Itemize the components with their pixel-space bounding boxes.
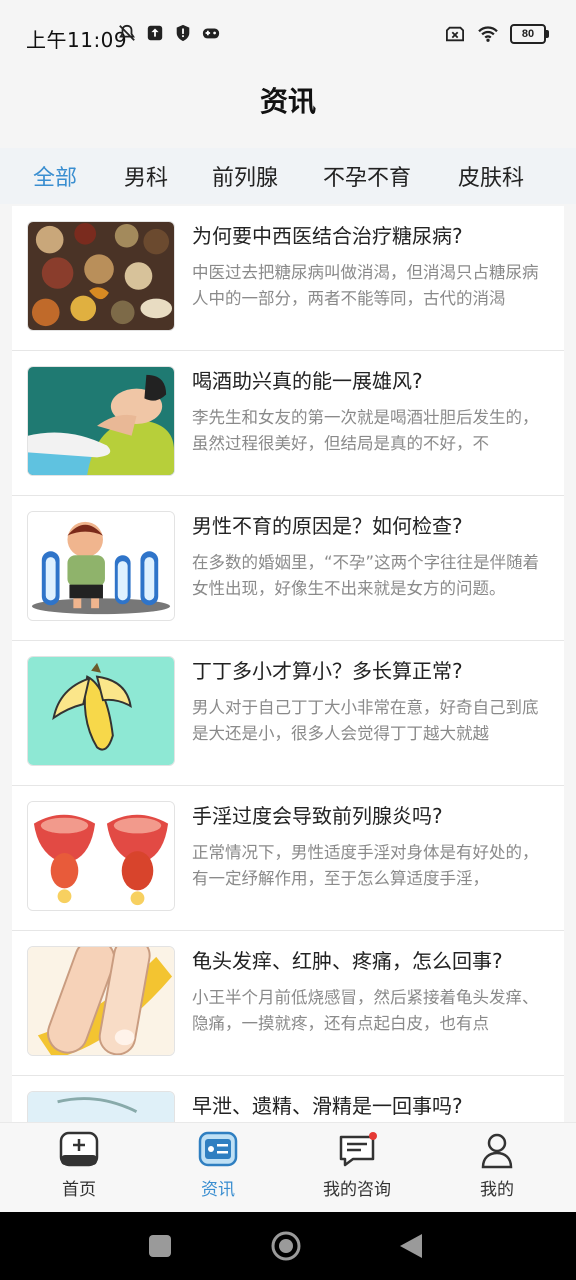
system-nav-bar: [0, 1212, 576, 1280]
article-item[interactable]: 早泄、遗精、滑精是一回事吗?: [12, 1076, 564, 1122]
nav-profile-label: 我的: [480, 1180, 514, 1200]
nav-consult-label: 我的咨询: [323, 1180, 391, 1200]
category-tabs: 全部 男科 前列腺 不孕不育 皮肤科: [0, 148, 576, 204]
tab-all[interactable]: 全部: [33, 160, 77, 192]
article-title: 龟头发痒、红肿、疼痛，怎么回事?: [192, 949, 503, 973]
article-item[interactable]: 喝酒助兴真的能一展雄风? 李先生和女友的第一次就是喝酒壮胆后发生的，虽然过程很美…: [12, 351, 564, 496]
gamepad-icon: [202, 28, 220, 39]
user-icon: [481, 1133, 513, 1169]
back-button[interactable]: [398, 1232, 424, 1260]
article-title: 早泄、遗精、滑精是一回事吗?: [192, 1094, 463, 1118]
status-bar: 上午11:09 80: [0, 0, 576, 72]
tab-prostate[interactable]: 前列腺: [212, 160, 278, 192]
tab-infertility[interactable]: 不孕不育: [323, 160, 411, 192]
upload-icon: [147, 25, 163, 41]
article-item[interactable]: 手淫过度会导致前列腺炎吗? 正常情况下，男性适度手淫对身体是有好处的，有一定纾解…: [12, 786, 564, 931]
battery-icon: 80: [510, 24, 549, 44]
article-title: 为何要中西医结合治疗糖尿病?: [192, 224, 463, 248]
bottom-nav: 首页 资讯 我的咨询 我的: [0, 1122, 576, 1213]
nav-profile[interactable]: 我的: [442, 1131, 552, 1200]
article-thumbnail: [27, 366, 175, 476]
article-list: 为何要中西医结合治疗糖尿病? 中医过去把糖尿病叫做消渴，但消渴只占糖尿病人中的一…: [12, 206, 564, 1122]
tab-andrology[interactable]: 男科: [124, 160, 168, 192]
article-summary: 正常情况下，男性适度手淫对身体是有好处的，有一定纾解作用，至于怎么算适度手淫，: [192, 843, 539, 888]
article-thumbnail: [27, 511, 175, 621]
article-summary: 李先生和女友的第一次就是喝酒壮胆后发生的，虽然过程很美好，但结局是真的不好，不: [192, 408, 539, 453]
article-summary: 小王半个月前低烧感冒，然后紧接着龟头发痒、隐痛，一摸就疼，还有点起白皮，也有点: [192, 988, 539, 1033]
article-title: 男性不育的原因是？如何检查?: [192, 514, 463, 538]
news-icon: [198, 1131, 238, 1167]
status-time: 上午11:09: [26, 28, 128, 52]
tab-dermatology[interactable]: 皮肤科: [458, 160, 524, 192]
mute-bell-icon: [119, 24, 135, 41]
nav-news[interactable]: 资讯: [163, 1131, 273, 1200]
nav-news-label: 资讯: [201, 1180, 235, 1200]
article-thumbnail: [27, 801, 175, 911]
article-item[interactable]: 丁丁多小才算小？多长算正常? 男人对于自己丁丁大小非常在意，好奇自己到底是大还是…: [12, 641, 564, 786]
sim-off-icon: [446, 26, 464, 42]
article-thumbnail: [27, 946, 175, 1056]
article-title: 喝酒助兴真的能一展雄风?: [192, 369, 423, 393]
article-item[interactable]: 为何要中西医结合治疗糖尿病? 中医过去把糖尿病叫做消渴，但消渴只占糖尿病人中的一…: [12, 206, 564, 351]
article-summary: 在多数的婚姻里，“不孕”这两个字往往是伴随着女性出现，好像生不出来就是女方的问题…: [192, 553, 540, 598]
consult-chat-icon: [339, 1132, 377, 1167]
notification-badge: [369, 1132, 377, 1140]
article-title: 丁丁多小才算小？多长算正常?: [192, 659, 463, 683]
article-item[interactable]: 龟头发痒、红肿、疼痛，怎么回事? 小王半个月前低烧感冒，然后紧接着龟头发痒、隐痛…: [12, 931, 564, 1076]
home-plus-icon: [59, 1131, 99, 1167]
nav-home-label: 首页: [62, 1180, 96, 1200]
article-thumbnail: [27, 656, 175, 766]
page-title: 资讯: [259, 85, 316, 118]
article-summary: 中医过去把糖尿病叫做消渴，但消渴只占糖尿病人中的一部分，两者不能等同，古代的消渴: [192, 263, 539, 308]
article-thumbnail: [27, 221, 175, 331]
nav-home[interactable]: 首页: [24, 1131, 134, 1200]
article-title: 手淫过度会导致前列腺炎吗?: [192, 804, 443, 828]
article-thumbnail: [27, 1091, 175, 1122]
recents-button[interactable]: [148, 1234, 172, 1258]
shield-alert-icon: [176, 24, 190, 42]
wifi-icon: [478, 26, 498, 42]
article-summary: 男人对于自己丁丁大小非常在意，好奇自己到底是大还是小，很多人会觉得丁丁越大就越: [192, 698, 539, 743]
home-button[interactable]: [270, 1230, 302, 1262]
nav-consult[interactable]: 我的咨询: [302, 1131, 412, 1200]
article-item[interactable]: 男性不育的原因是？如何检查? 在多数的婚姻里，“不孕”这两个字往往是伴随着女性出…: [12, 496, 564, 641]
